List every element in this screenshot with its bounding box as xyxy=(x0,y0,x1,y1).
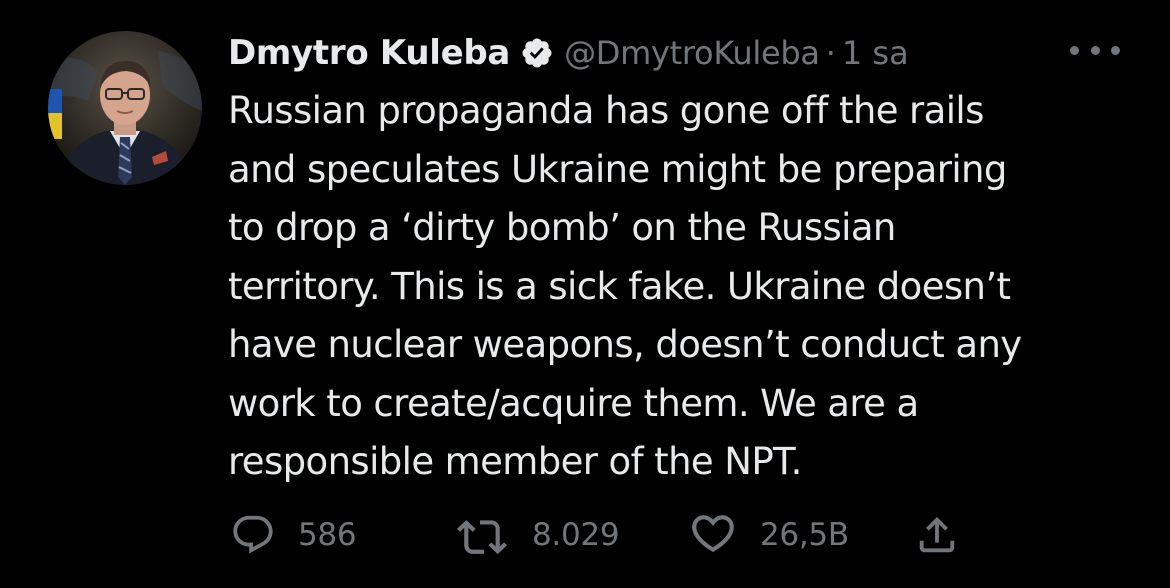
tweet-header: Dmytro Kuleba @DmytroKuleba · 1 sa xyxy=(228,28,909,78)
more-dot xyxy=(1070,45,1079,55)
tweet-text-line: have nuclear weapons, doesn’t conduct an… xyxy=(228,323,1022,366)
tweet-text-line: responsible member of the NPT. xyxy=(228,440,802,483)
avatar-photo xyxy=(48,31,202,185)
reply-icon xyxy=(230,512,276,558)
avatar[interactable] xyxy=(48,31,202,185)
heart-icon xyxy=(688,512,738,558)
share-button[interactable] xyxy=(914,510,960,560)
tweet-text: Russian propaganda has gone off the rail… xyxy=(228,82,1133,492)
tweet-text-line: territory. This is a sick fake. Ukraine … xyxy=(228,264,1011,308)
verified-badge-icon xyxy=(520,36,554,70)
header-separator: · xyxy=(825,34,836,72)
author-handle[interactable]: @DmytroKuleba xyxy=(564,34,820,72)
more-dot xyxy=(1090,45,1100,55)
more-dot xyxy=(1111,45,1120,55)
reply-count: 586 xyxy=(298,517,357,553)
more-horizontal-icon[interactable] xyxy=(1070,38,1120,62)
tweet-text-line: Russian propaganda has gone off the rail… xyxy=(228,89,984,132)
tweet-text-line: work to create/acquire them. We are a xyxy=(228,381,919,425)
share-icon xyxy=(914,512,960,558)
tweet-timestamp[interactable]: 1 sa xyxy=(842,34,909,72)
retweet-icon xyxy=(454,512,510,558)
tweet-text-line: to drop a ‘dirty bomb’ on the Russian xyxy=(228,206,896,249)
like-count: 26,5B xyxy=(760,517,849,553)
retweet-count: 8.029 xyxy=(532,517,620,553)
author-display-name[interactable]: Dmytro Kuleba xyxy=(228,33,510,73)
like-button[interactable]: 26,5B xyxy=(688,510,849,560)
tweet-text-line: and speculates Ukraine might be preparin… xyxy=(228,147,1007,191)
reply-button[interactable]: 586 xyxy=(230,510,357,560)
retweet-button[interactable]: 8.029 xyxy=(454,510,620,560)
